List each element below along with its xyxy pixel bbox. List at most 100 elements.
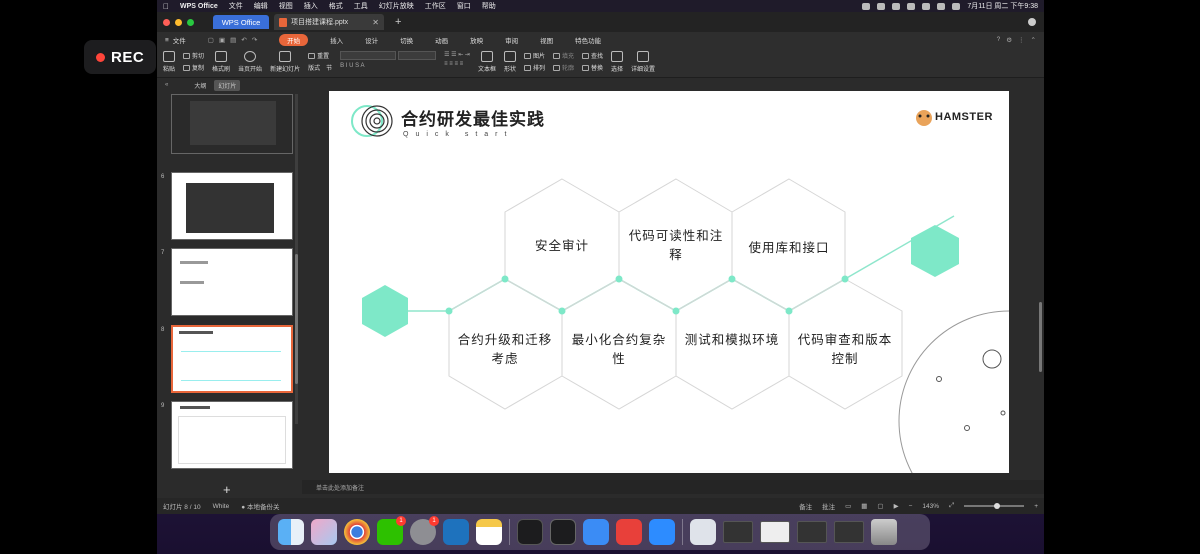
menubar-item-help[interactable]: 帮助	[482, 1, 496, 11]
new-slide-button[interactable]: 新建幻灯片	[270, 51, 300, 73]
minimize-window-button[interactable]	[175, 18, 182, 26]
slide-subtitle[interactable]: Quick start	[403, 131, 513, 138]
hex-label-readability[interactable]: 代码可读性和注释	[628, 227, 724, 265]
fill-button[interactable]: 填充	[552, 51, 574, 60]
tab-view[interactable]: 视图	[540, 35, 553, 45]
status-icon[interactable]	[862, 2, 871, 10]
activity-monitor-icon[interactable]	[517, 519, 543, 545]
comments-toggle-button[interactable]: 批注	[822, 501, 835, 511]
slide-thumbnail-selected[interactable]	[171, 325, 293, 393]
wifi-icon[interactable]	[907, 2, 916, 10]
font-family-select[interactable]	[340, 51, 397, 60]
wechat-icon[interactable]: 1	[377, 516, 406, 545]
zoom-level[interactable]: 143%	[922, 503, 939, 510]
slide-thumbnail[interactable]	[171, 94, 293, 154]
tab-outline[interactable]: 大纲	[194, 81, 206, 90]
tab-wps-home[interactable]: WPS Office	[213, 15, 269, 29]
close-window-button[interactable]	[163, 18, 170, 26]
zoom-in-icon[interactable]: +	[1034, 503, 1038, 510]
redo-icon[interactable]: ↷	[252, 36, 257, 44]
hex-label-libraries[interactable]: 使用库和接口	[739, 237, 839, 256]
tab-review[interactable]: 审阅	[505, 35, 518, 45]
more-icon[interactable]: ⋮	[1018, 36, 1025, 44]
close-tab-icon[interactable]: ✕	[372, 18, 379, 27]
normal-view-icon[interactable]: ▭	[845, 502, 851, 510]
wechat-status-icon[interactable]	[877, 2, 886, 10]
font-style-buttons[interactable]: B I U S A	[340, 63, 436, 69]
zoom-icon[interactable]	[649, 519, 675, 545]
minimized-window[interactable]	[797, 521, 827, 543]
terminal-icon[interactable]	[550, 519, 576, 545]
hex-label-code-review[interactable]: 代码审查和版本控制	[797, 331, 893, 369]
wps-icon[interactable]	[616, 519, 642, 545]
section-button[interactable]: 节	[326, 63, 332, 72]
list-buttons[interactable]: ☰ ☰ ⇤ ⇥	[444, 51, 470, 58]
collapse-ribbon-icon[interactable]: ⌃	[1031, 36, 1036, 44]
theme-name[interactable]: White	[213, 503, 230, 510]
find-button[interactable]: 查找	[582, 51, 603, 60]
finder-icon[interactable]	[278, 519, 304, 545]
user-avatar-icon[interactable]	[1028, 18, 1036, 26]
current-slide[interactable]: 合约研发最佳实践 Quick start HAMSTER 安全审计 代码可读性和…	[329, 91, 1009, 473]
add-slide-button[interactable]: +	[223, 482, 231, 497]
textbox-button[interactable]: 文本框	[478, 51, 496, 73]
settings-icon[interactable]: ⚙	[1006, 36, 1012, 44]
input-method-icon[interactable]	[937, 2, 946, 10]
chrome-icon[interactable]	[344, 519, 370, 545]
help-icon[interactable]: ?	[997, 36, 1001, 44]
menubar-item-view[interactable]: 视图	[279, 1, 293, 11]
notes-toggle-button[interactable]: 备注	[799, 501, 812, 511]
tab-design[interactable]: 设计	[365, 35, 378, 45]
open-icon[interactable]: ▢	[208, 36, 214, 44]
tab-insert[interactable]: 插入	[330, 35, 343, 45]
play-from-current-button[interactable]: 当页开始	[238, 51, 262, 73]
menubar-item-edit[interactable]: 编辑	[254, 1, 268, 11]
slide-thumbnail[interactable]	[171, 172, 293, 240]
menubar-app-name[interactable]: WPS Office	[180, 3, 218, 10]
new-tab-button[interactable]: +	[395, 16, 401, 28]
tab-document[interactable]: 项目搭建课程.pptx ✕	[274, 14, 384, 30]
file-menu-button[interactable]: ≡ 文件	[165, 35, 186, 46]
vscode-icon[interactable]	[443, 519, 469, 545]
picture-button[interactable]: 图片	[523, 51, 545, 60]
paste-button[interactable]: 粘贴	[163, 51, 175, 73]
menubar-item-file[interactable]: 文件	[229, 1, 243, 11]
print-icon[interactable]: ▤	[230, 36, 236, 44]
fit-window-icon[interactable]: ⤢	[949, 502, 954, 510]
panel-scrollbar[interactable]	[295, 94, 298, 424]
local-backup-status[interactable]: ● 本地备份关	[241, 501, 279, 511]
select-button[interactable]: 选择	[611, 51, 623, 73]
copy-button[interactable]: 复制	[183, 63, 204, 72]
tab-home[interactable]: 开始	[279, 34, 309, 46]
undo-icon[interactable]: ↶	[241, 36, 246, 44]
detail-settings-button[interactable]: 详细设置	[631, 51, 655, 73]
tab-slideshow[interactable]: 放映	[470, 35, 483, 45]
minimized-window[interactable]	[760, 521, 790, 543]
tab-transitions[interactable]: 切换	[400, 35, 413, 45]
trash-icon[interactable]	[871, 519, 897, 545]
reset-button[interactable]: 重置	[308, 51, 332, 60]
notes-field[interactable]: 单击此处添加备注	[302, 480, 1044, 494]
notes-icon[interactable]	[476, 519, 502, 545]
lark-icon[interactable]	[583, 519, 609, 545]
menubar-clock[interactable]: 7月11日 周二 下午9:38	[967, 1, 1038, 11]
scrollbar-thumb[interactable]	[295, 254, 298, 384]
shape-button[interactable]: 形状	[503, 51, 516, 73]
tab-slides[interactable]: 幻灯片	[214, 79, 241, 91]
play-slideshow-icon[interactable]: ▶	[894, 502, 899, 510]
tab-animation[interactable]: 动画	[435, 35, 448, 45]
hex-label-minimize[interactable]: 最小化合约复杂性	[571, 331, 667, 369]
slide-scrollbar[interactable]	[1039, 302, 1042, 372]
slide-title[interactable]: 合约研发最佳实践	[401, 105, 545, 130]
zoom-slider[interactable]	[964, 503, 1025, 509]
control-center-icon[interactable]	[952, 2, 961, 10]
outline-button[interactable]: 轮廓	[552, 63, 574, 72]
zoom-slider-knob[interactable]	[994, 503, 1001, 509]
apple-logo-icon[interactable]: 	[163, 2, 169, 11]
hex-label-security-audit[interactable]: 安全审计	[519, 235, 605, 254]
save-icon[interactable]: ▣	[219, 36, 225, 44]
format-painter-button[interactable]: 格式刷	[212, 51, 230, 73]
menubar-item-window[interactable]: 窗口	[457, 1, 471, 11]
system-settings-icon[interactable]: 1	[410, 516, 439, 545]
tab-features[interactable]: 特色功能	[575, 35, 601, 45]
